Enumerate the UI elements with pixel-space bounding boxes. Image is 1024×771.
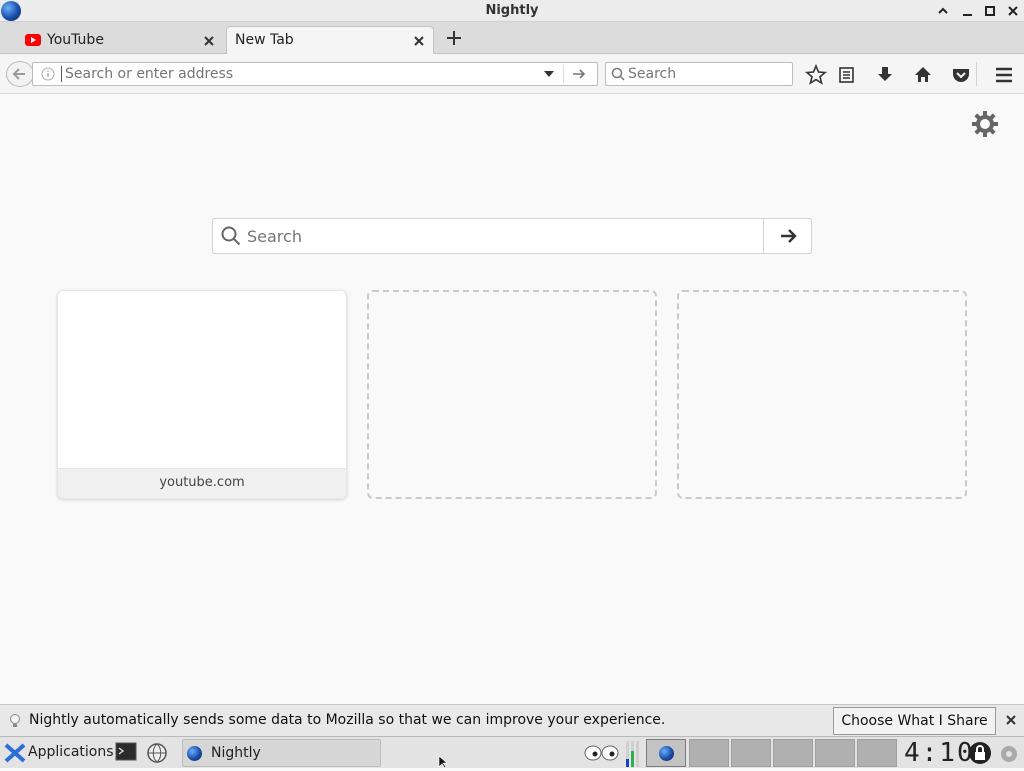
notification-close-button[interactable] xyxy=(1005,711,1017,730)
notification-message: Nightly automatically sends some data to… xyxy=(29,712,666,728)
cpu-graph-applet xyxy=(624,741,642,767)
top-site-tile[interactable]: youtube.com xyxy=(57,290,347,499)
workspace-5[interactable] xyxy=(815,739,855,767)
youtube-icon xyxy=(25,34,41,46)
tab-new-tab[interactable]: New Tab xyxy=(226,26,434,54)
bookmark-star-button[interactable] xyxy=(805,63,827,86)
close-icon xyxy=(414,36,424,46)
toolbar-search-bar[interactable] xyxy=(605,62,793,86)
clock[interactable]: 4:10 xyxy=(904,737,973,769)
info-icon xyxy=(41,67,55,81)
back-button[interactable] xyxy=(6,61,34,87)
nightly-app-icon xyxy=(187,746,202,761)
address-input[interactable] xyxy=(65,65,535,83)
plus-icon xyxy=(447,31,461,45)
window-titlebar: Nightly xyxy=(0,0,1024,22)
lightbulb-icon xyxy=(10,714,20,727)
search-icon xyxy=(611,67,625,81)
chevron-up-icon xyxy=(938,7,948,14)
close-icon xyxy=(1008,6,1018,16)
arrow-right-icon xyxy=(781,229,797,243)
browser-launcher[interactable] xyxy=(146,742,168,764)
minimize-icon xyxy=(963,14,972,16)
applications-menu-button[interactable]: Applications xyxy=(2,740,114,766)
tab-strip: YouTube New Tab xyxy=(0,22,1024,54)
url-bar[interactable] xyxy=(32,62,598,86)
applications-label: Applications xyxy=(28,744,114,760)
tile-caption: youtube.com xyxy=(58,468,346,498)
tab-youtube[interactable]: YouTube xyxy=(0,26,224,54)
close-icon xyxy=(1006,715,1016,725)
taskbar-window-label: Nightly xyxy=(211,745,261,761)
toolbar-search-input[interactable] xyxy=(628,65,788,83)
terminal-icon xyxy=(115,742,137,761)
newtab-search-go-button[interactable] xyxy=(763,219,811,253)
workspace-2[interactable] xyxy=(689,739,729,767)
customize-button[interactable] xyxy=(970,109,1000,139)
eyes-icon xyxy=(584,745,619,761)
close-icon xyxy=(204,36,214,46)
home-button[interactable] xyxy=(912,64,934,86)
menu-button[interactable] xyxy=(993,64,1015,86)
workspace-1[interactable] xyxy=(646,739,686,767)
mouse-cursor-icon xyxy=(438,756,448,768)
star-icon xyxy=(805,63,827,85)
globe-icon xyxy=(147,743,167,763)
empty-tile-placeholder xyxy=(677,290,967,499)
tab-label: YouTube xyxy=(47,32,104,48)
dropdown-arrow-icon[interactable] xyxy=(543,69,555,79)
window-title: Nightly xyxy=(485,3,539,18)
eyes-applet xyxy=(584,745,620,761)
pocket-button[interactable] xyxy=(950,64,972,86)
gear-icon xyxy=(972,111,998,137)
text-caret xyxy=(61,66,62,82)
search-icon xyxy=(221,226,241,246)
reading-list-button[interactable] xyxy=(836,64,858,86)
shade-button[interactable] xyxy=(934,2,952,20)
action-button[interactable] xyxy=(998,743,1020,765)
download-icon xyxy=(878,67,892,81)
close-window-button[interactable] xyxy=(1004,2,1022,20)
pocket-icon xyxy=(953,69,969,82)
tab-label: New Tab xyxy=(235,32,294,48)
new-tab-page: youtube.com xyxy=(0,95,1024,704)
desktop-taskbar: Applications Nightly 4:10 xyxy=(0,736,1024,768)
maximize-button[interactable] xyxy=(981,2,999,20)
cpu-graph-icon xyxy=(626,741,639,767)
empty-tile-placeholder xyxy=(367,290,657,499)
nightly-app-icon xyxy=(659,746,674,761)
newtab-search-input[interactable] xyxy=(247,225,757,247)
xfce-logo-icon xyxy=(4,743,26,763)
minimize-button[interactable] xyxy=(958,2,976,20)
lock-icon xyxy=(969,742,991,764)
workspace-6[interactable] xyxy=(857,739,897,767)
tab-close-button[interactable] xyxy=(413,31,425,51)
taskbar-window-nightly[interactable]: Nightly xyxy=(182,739,381,767)
newtab-search-box[interactable] xyxy=(212,218,812,254)
new-tab-button[interactable] xyxy=(444,28,464,48)
maximize-icon xyxy=(985,6,995,16)
data-sharing-notification: Nightly automatically sends some data to… xyxy=(0,704,1024,736)
lock-screen-button[interactable] xyxy=(968,741,992,765)
downloads-button[interactable] xyxy=(874,64,896,86)
go-arrow-icon[interactable] xyxy=(571,67,587,81)
workspace-3[interactable] xyxy=(731,739,771,767)
settings-cog-icon xyxy=(1001,746,1017,762)
workspace-4[interactable] xyxy=(773,739,813,767)
bookmarks-list-icon xyxy=(839,67,854,83)
navigation-toolbar xyxy=(0,54,1024,94)
choose-what-i-share-button[interactable]: Choose What I Share xyxy=(833,707,996,735)
home-icon xyxy=(915,67,931,82)
hamburger-menu-icon xyxy=(996,67,1012,83)
terminal-launcher[interactable] xyxy=(115,742,137,762)
tab-close-button[interactable] xyxy=(203,31,215,51)
back-arrow-icon xyxy=(12,68,25,80)
